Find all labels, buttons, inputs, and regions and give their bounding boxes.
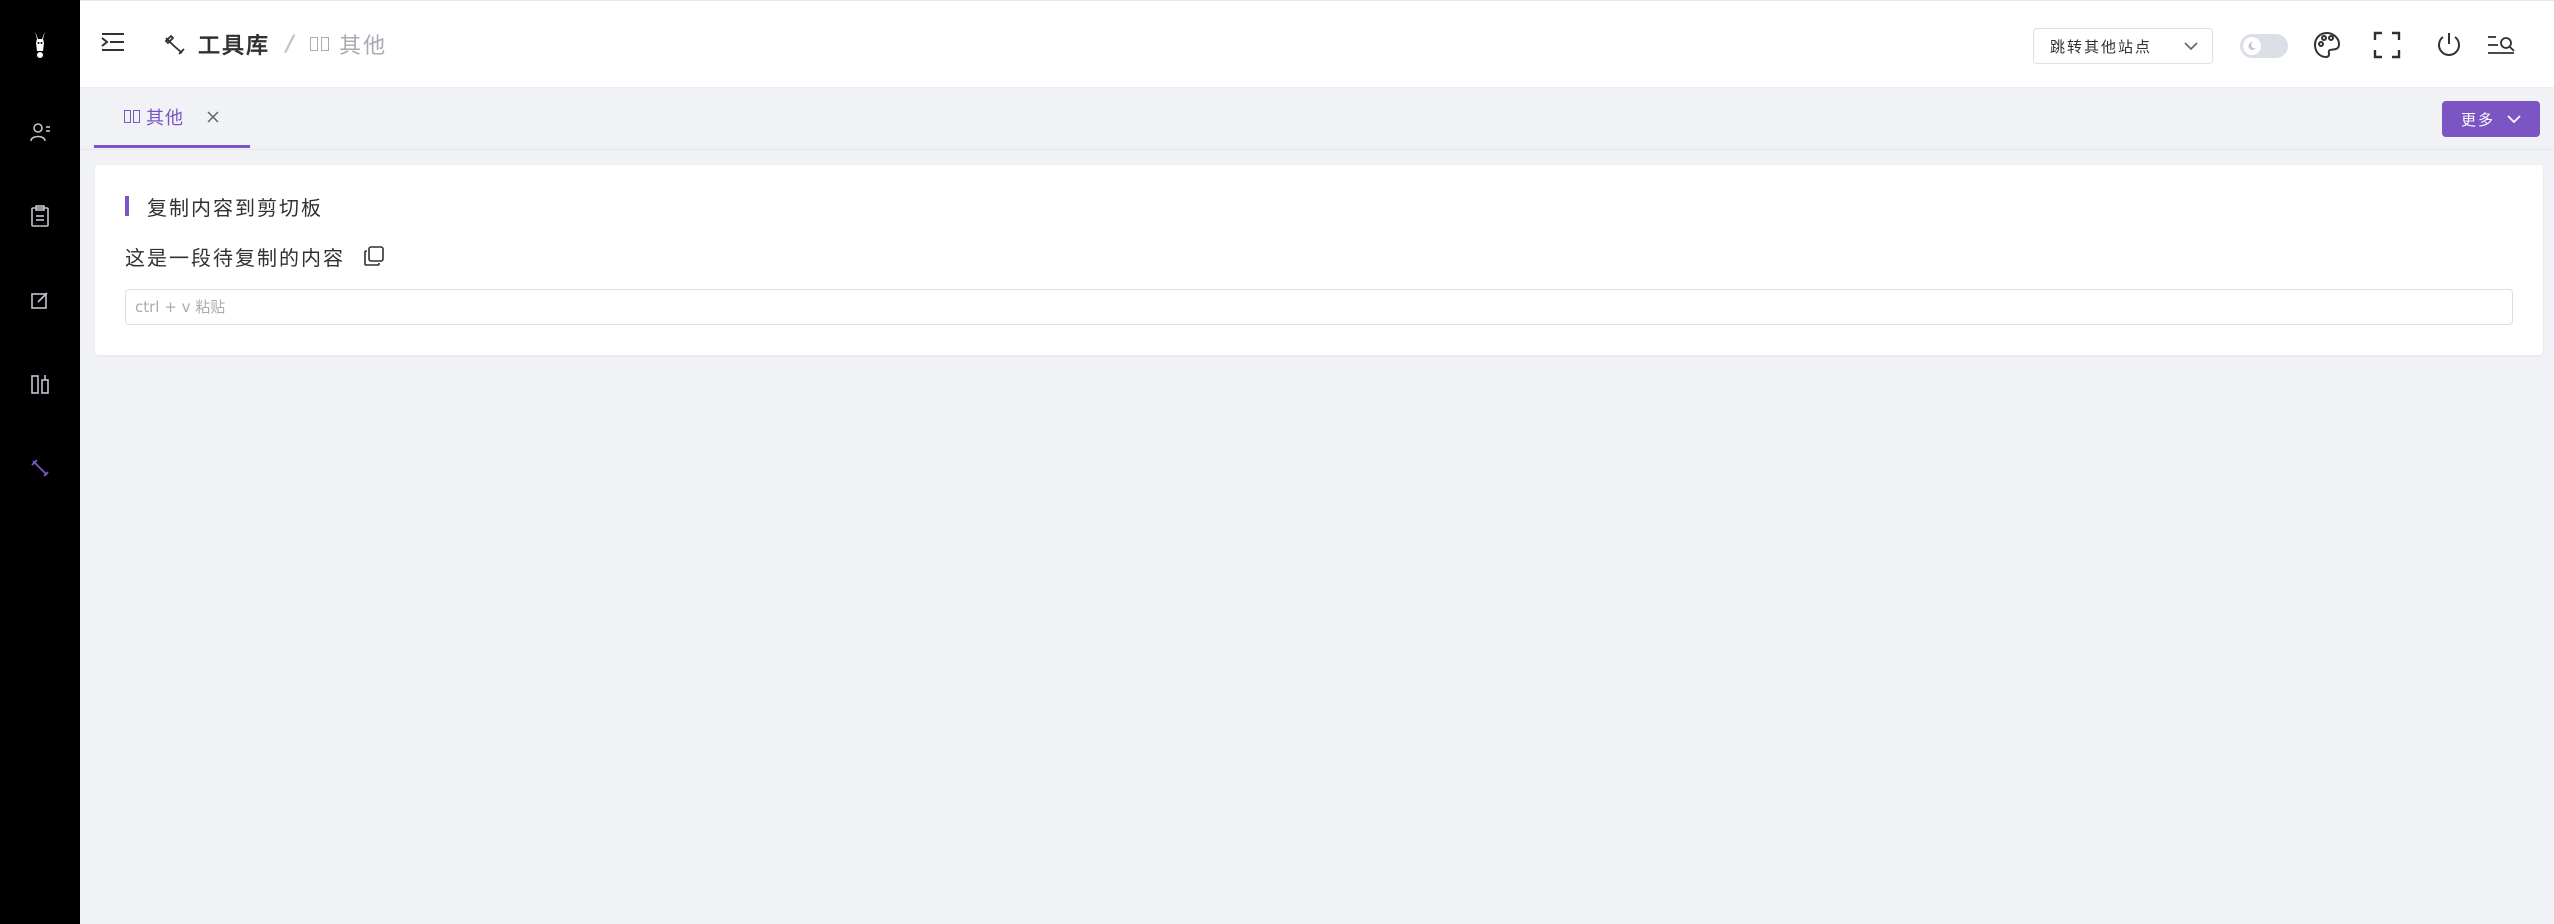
breadcrumb-separator: /	[286, 31, 295, 57]
copy-icon[interactable]	[363, 244, 387, 268]
power-icon[interactable]	[2432, 28, 2466, 62]
collapse-menu-icon[interactable]	[100, 31, 128, 59]
title-accent-bar	[125, 196, 129, 216]
sidebar	[0, 0, 80, 924]
site-jump-select[interactable]: 跳转其他站点	[2033, 28, 2213, 64]
missing-glyph-icon	[133, 110, 140, 123]
clipboard-card: 复制内容到剪切板 这是一段待复制的内容	[95, 165, 2543, 355]
logo-icon[interactable]	[24, 28, 56, 60]
breadcrumb-item-toolbox[interactable]: 工具库	[198, 28, 270, 60]
card-title-text: 复制内容到剪切板	[147, 195, 323, 220]
more-button[interactable]: 更多	[2442, 101, 2540, 137]
clipboard-icon[interactable]	[26, 202, 54, 230]
breadcrumb: 工具库 / 其他	[162, 27, 387, 61]
wrench-icon	[162, 31, 188, 57]
users-icon[interactable]	[26, 118, 54, 146]
missing-glyph-icon	[321, 37, 330, 51]
card-title: 复制内容到剪切板	[125, 195, 323, 220]
wrench-icon[interactable]	[26, 454, 54, 482]
missing-glyph-icon	[124, 110, 131, 123]
tab-label: 其他	[146, 107, 184, 129]
chevron-down-icon	[2507, 114, 2521, 124]
menu-search-icon[interactable]	[2484, 28, 2518, 62]
top-header: 工具库 / 其他 跳转其他站点	[80, 0, 2554, 88]
fullscreen-icon[interactable]	[2370, 28, 2404, 62]
copy-text: 这是一段待复制的内容	[125, 245, 345, 270]
tabs-bar: 其他	[80, 88, 2554, 150]
edit-icon[interactable]	[26, 286, 54, 314]
tab-other[interactable]: 其他	[94, 88, 250, 148]
site-select-value: 跳转其他站点	[2050, 37, 2153, 56]
breadcrumb-item-other: 其他	[339, 34, 388, 59]
copy-row: 这是一段待复制的内容	[125, 241, 387, 271]
palette-icon[interactable]	[2310, 28, 2344, 62]
moon-icon	[2243, 37, 2261, 55]
missing-glyph-icon	[310, 37, 319, 51]
more-button-label: 更多	[2460, 110, 2495, 129]
chevron-down-icon	[2184, 37, 2198, 55]
close-icon[interactable]	[206, 110, 220, 124]
paste-input[interactable]	[125, 289, 2513, 325]
tools-box-icon[interactable]	[26, 370, 54, 398]
dark-mode-toggle[interactable]	[2240, 34, 2288, 58]
